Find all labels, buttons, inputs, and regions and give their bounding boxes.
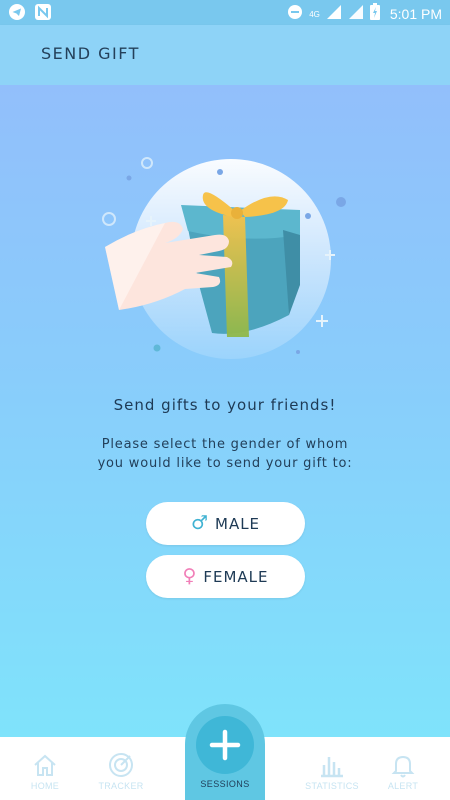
telegram-icon bbox=[8, 3, 26, 26]
app-bar: SEND GIFT bbox=[0, 25, 450, 85]
nav-statistics-label: STATISTICS bbox=[305, 781, 359, 791]
main-content: Send gifts to your friends! Please selec… bbox=[0, 85, 450, 737]
nav-alert[interactable]: ALERT bbox=[368, 751, 438, 791]
status-time: 5:01 PM bbox=[389, 6, 442, 22]
network-type-icon: 4G bbox=[309, 9, 320, 19]
gift-illustration bbox=[102, 157, 346, 359]
female-button-label: FEMALE bbox=[203, 567, 269, 586]
headline: Send gifts to your friends! bbox=[113, 396, 337, 414]
female-button[interactable]: ♀ FEMALE bbox=[146, 555, 305, 598]
nav-tracker[interactable]: TRACKER bbox=[86, 751, 156, 791]
bell-icon bbox=[391, 755, 415, 778]
battery-icon bbox=[369, 3, 380, 25]
nav-home-label: HOME bbox=[30, 781, 60, 791]
instruction-text: Please select the gender of whom you wou… bbox=[75, 435, 375, 473]
instruction-line-2: you would like to send your gift to: bbox=[97, 456, 353, 471]
bar-chart-icon bbox=[321, 757, 343, 778]
male-button-label: MALE bbox=[215, 514, 261, 533]
male-symbol-icon: ♂ bbox=[190, 512, 209, 534]
nav-home[interactable]: HOME bbox=[10, 751, 80, 791]
nav-sessions[interactable]: SESSIONS bbox=[185, 704, 265, 800]
target-icon bbox=[109, 753, 133, 777]
do-not-disturb-icon bbox=[287, 4, 303, 25]
nav-tracker-label: TRACKER bbox=[98, 781, 144, 791]
status-bar: 4G 5:01 PM bbox=[0, 0, 450, 25]
home-icon bbox=[34, 754, 56, 776]
nav-statistics[interactable]: STATISTICS bbox=[297, 751, 367, 791]
page-title: SEND GIFT bbox=[41, 44, 140, 63]
n-app-icon bbox=[34, 3, 52, 26]
signal-2-icon bbox=[348, 4, 364, 25]
signal-icon bbox=[326, 4, 342, 25]
instruction-line-1: Please select the gender of whom bbox=[101, 437, 349, 452]
nav-sessions-label: SESSIONS bbox=[200, 779, 250, 789]
nav-alert-label: ALERT bbox=[387, 781, 419, 791]
add-session-button[interactable] bbox=[196, 716, 254, 774]
female-symbol-icon: ♀ bbox=[182, 565, 198, 587]
plus-icon bbox=[209, 729, 241, 761]
male-button[interactable]: ♂ MALE bbox=[146, 502, 305, 545]
